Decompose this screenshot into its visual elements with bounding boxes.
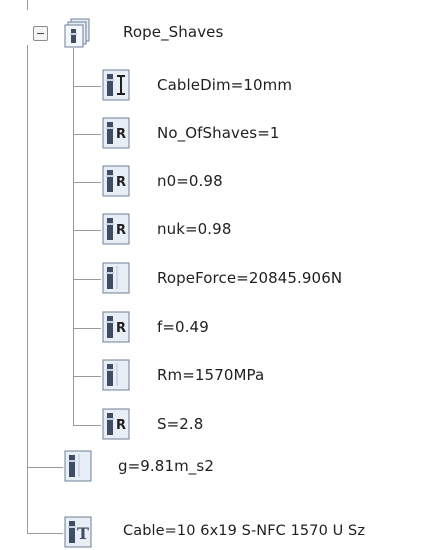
tree-node-label: f=0.49 — [157, 318, 209, 336]
svg-text:T: T — [77, 524, 89, 543]
parameter-icon — [64, 450, 92, 482]
tree-node-parameter[interactable]: RopeForce=20845.906N — [101, 262, 401, 296]
real-parameter-icon: R — [102, 213, 130, 245]
tree-node-parameter[interactable]: Rm=1570MPa — [101, 359, 331, 393]
parameter-set-icon — [64, 18, 90, 48]
tree-connector — [73, 134, 101, 135]
text-parameter-icon: T — [64, 516, 92, 548]
real-parameter-icon: R — [102, 117, 130, 149]
real-parameter-icon: R — [102, 165, 130, 197]
tree-node-parameter[interactable]: g=9.81m_s2 — [63, 450, 303, 484]
tree-connector — [73, 86, 101, 87]
svg-text:R: R — [116, 175, 126, 190]
svg-text:R: R — [116, 321, 126, 336]
tree-connector — [73, 182, 101, 183]
tree-node-parameter[interactable]: T Cable=10 6x19 S-NFC 1570 U Sz — [63, 516, 435, 550]
real-parameter-icon: R — [102, 311, 130, 343]
tree-node-parameter[interactable]: R n0=0.98 — [101, 165, 331, 199]
tree-connector — [73, 328, 101, 329]
length-parameter-icon — [102, 69, 130, 101]
tree-node-parameter[interactable]: R nuk=0.98 — [101, 213, 331, 247]
tree-connector — [27, 533, 63, 534]
tree-connector — [73, 425, 101, 426]
parameter-icon — [102, 359, 130, 391]
tree-node-label: RopeForce=20845.906N — [157, 269, 343, 287]
tree-node-label: S=2.8 — [157, 415, 204, 433]
tree-connector — [73, 376, 101, 377]
svg-text:R: R — [116, 418, 126, 433]
real-parameter-icon: R — [102, 408, 130, 440]
tree-node-label: Cable=10 6x19 S-NFC 1570 U Sz — [123, 523, 366, 539]
tree-node-label: n0=0.98 — [157, 172, 223, 190]
svg-text:R: R — [116, 127, 126, 142]
tree-node-label: nuk=0.98 — [157, 220, 232, 238]
tree-connector — [73, 230, 101, 231]
parameter-icon — [102, 262, 130, 294]
tree-connector — [73, 279, 101, 280]
tree-node-parameter[interactable]: R f=0.49 — [101, 311, 331, 345]
tree-connector — [27, 0, 28, 10]
tree-node-label: Rope_Shaves — [123, 23, 224, 41]
tree-node-parameter[interactable]: CableDim=10mm — [101, 69, 331, 103]
tree-node-label: CableDim=10mm — [157, 76, 293, 94]
tree-node-parameter[interactable]: R S=2.8 — [101, 408, 331, 442]
tree-node-parameter[interactable]: R No_OfShaves=1 — [101, 117, 331, 151]
parameter-tree: Rope_Shaves CableDim=10mm R No_OfShaves=… — [0, 0, 435, 548]
tree-connector — [27, 467, 63, 468]
tree-connector — [27, 45, 28, 534]
tree-connector — [73, 48, 74, 425]
tree-node-label: Rm=1570MPa — [157, 366, 265, 384]
svg-text:R: R — [116, 223, 126, 238]
tree-node-label: g=9.81m_s2 — [118, 457, 214, 475]
tree-node-rope-shaves[interactable]: Rope_Shaves — [62, 16, 262, 50]
tree-node-label: No_OfShaves=1 — [157, 124, 280, 142]
collapse-toggle[interactable] — [33, 26, 48, 41]
